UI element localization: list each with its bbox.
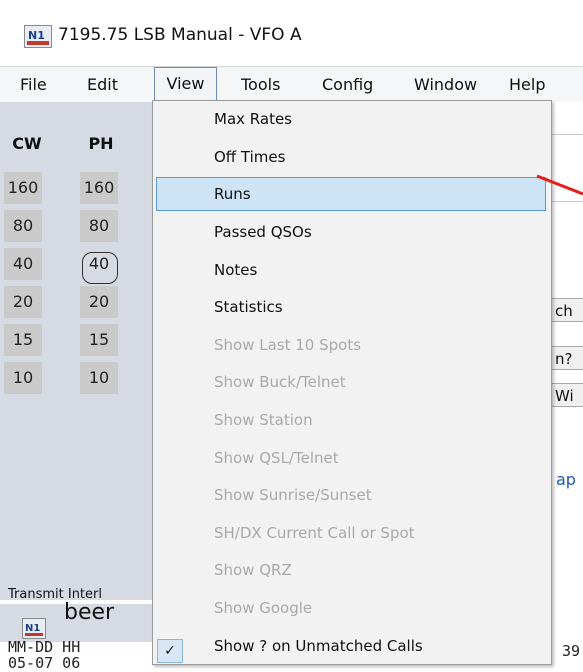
- right-link[interactable]: ap: [556, 470, 576, 489]
- menu-item-show-qsl-telnet: Show QSL/Telnet: [214, 449, 339, 467]
- menu-item-statistics[interactable]: Statistics: [153, 289, 549, 325]
- entry-logo-icon: N1: [22, 618, 46, 639]
- band-cw-15[interactable]: 15: [4, 324, 42, 356]
- menu-file[interactable]: File: [20, 67, 47, 103]
- menu-item-off-times[interactable]: Off Times: [153, 139, 549, 175]
- menu-edit[interactable]: Edit: [87, 67, 118, 103]
- band-ph-80[interactable]: 80: [80, 210, 118, 242]
- svg-text:N1: N1: [25, 623, 40, 634]
- menu-help[interactable]: Help: [509, 67, 545, 103]
- right-button-1[interactable]: ch: [550, 298, 583, 322]
- svg-text:N1: N1: [28, 29, 45, 42]
- app-logo-icon: N1: [24, 25, 52, 48]
- menu-tools[interactable]: Tools: [241, 67, 280, 103]
- menu-item-sh-dx-current-call: SH/DX Current Call or Spot: [214, 524, 415, 542]
- checkmark-icon: ✓: [157, 639, 183, 663]
- menu-item-passed-qsos[interactable]: Passed QSOs: [153, 214, 549, 250]
- band-cw-160[interactable]: 160: [4, 172, 42, 204]
- band-cw-80[interactable]: 80: [4, 210, 42, 242]
- right-button-2[interactable]: n?: [550, 346, 583, 370]
- menu-config[interactable]: Config: [322, 67, 373, 103]
- menu-window[interactable]: Window: [414, 67, 477, 103]
- band-cw-10[interactable]: 10: [4, 362, 42, 394]
- log-row-tail: 39: [562, 642, 581, 660]
- band-ph-10[interactable]: 10: [80, 362, 118, 394]
- window-title: 7195.75 LSB Manual - VFO A: [58, 25, 302, 45]
- menu-item-show-unmatched-calls[interactable]: Show ? on Unmatched Calls: [153, 628, 549, 664]
- band-ph-20[interactable]: 20: [80, 286, 118, 318]
- band-ph-160[interactable]: 160: [80, 172, 118, 204]
- band-cw-20[interactable]: 20: [4, 286, 42, 318]
- band-cw-40[interactable]: 40: [4, 248, 42, 280]
- callsign-entry[interactable]: beer: [64, 600, 114, 625]
- menu-bar: File Edit View Tools Config Window Help: [0, 66, 583, 103]
- right-button-3[interactable]: Wi: [550, 383, 583, 407]
- menu-item-runs[interactable]: Runs: [153, 176, 549, 212]
- red-arrow-annotation: [536, 174, 583, 196]
- band-header-cw: CW: [12, 134, 42, 153]
- menu-item-show-qrz: Show QRZ: [214, 561, 292, 579]
- current-band-indicator: [82, 252, 118, 284]
- menu-item-max-rates[interactable]: Max Rates: [153, 101, 549, 137]
- menu-item-show-last-10-spots: Show Last 10 Spots: [214, 336, 362, 354]
- log-row[interactable]: 05-07 06: [8, 654, 80, 672]
- band-panel: CW PH 160 80 40 20 15 10 160 80 40 20 15…: [0, 102, 152, 600]
- menu-item-show-sunrise-sunset: Show Sunrise/Sunset: [214, 486, 372, 504]
- menu-item-show-buck-telnet: Show Buck/Telnet: [214, 373, 346, 391]
- menu-item-show-google: Show Google: [214, 599, 313, 617]
- menu-view[interactable]: View: [154, 67, 217, 102]
- view-menu-dropdown: Max Rates Off Times Runs Passed QSOs Not…: [152, 100, 552, 665]
- menu-item-show-station: Show Station: [214, 411, 313, 429]
- band-header-ph: PH: [88, 134, 114, 153]
- menu-item-notes[interactable]: Notes: [153, 252, 549, 288]
- band-ph-15[interactable]: 15: [80, 324, 118, 356]
